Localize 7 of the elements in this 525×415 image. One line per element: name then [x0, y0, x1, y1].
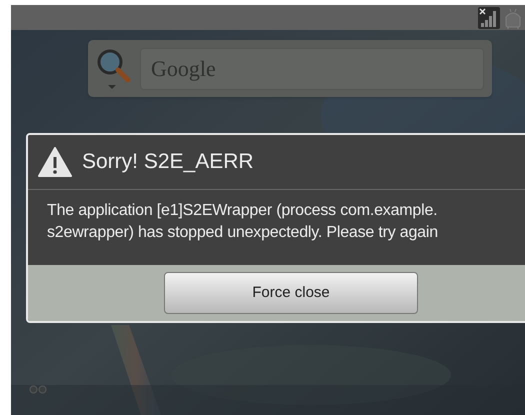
search-icon[interactable]	[96, 46, 132, 90]
force-close-button[interactable]: Force close	[164, 272, 418, 314]
signal-icon	[478, 6, 500, 28]
dialog-title: Sorry! S2E_AERR	[82, 149, 254, 176]
warning-icon	[38, 147, 72, 177]
dialog-message: The application [e1]S2EWrapper (process com.example. s2ewrapper) has stopped unexpectedly. Please try again	[47, 201, 439, 243]
dots-icon	[29, 385, 47, 394]
